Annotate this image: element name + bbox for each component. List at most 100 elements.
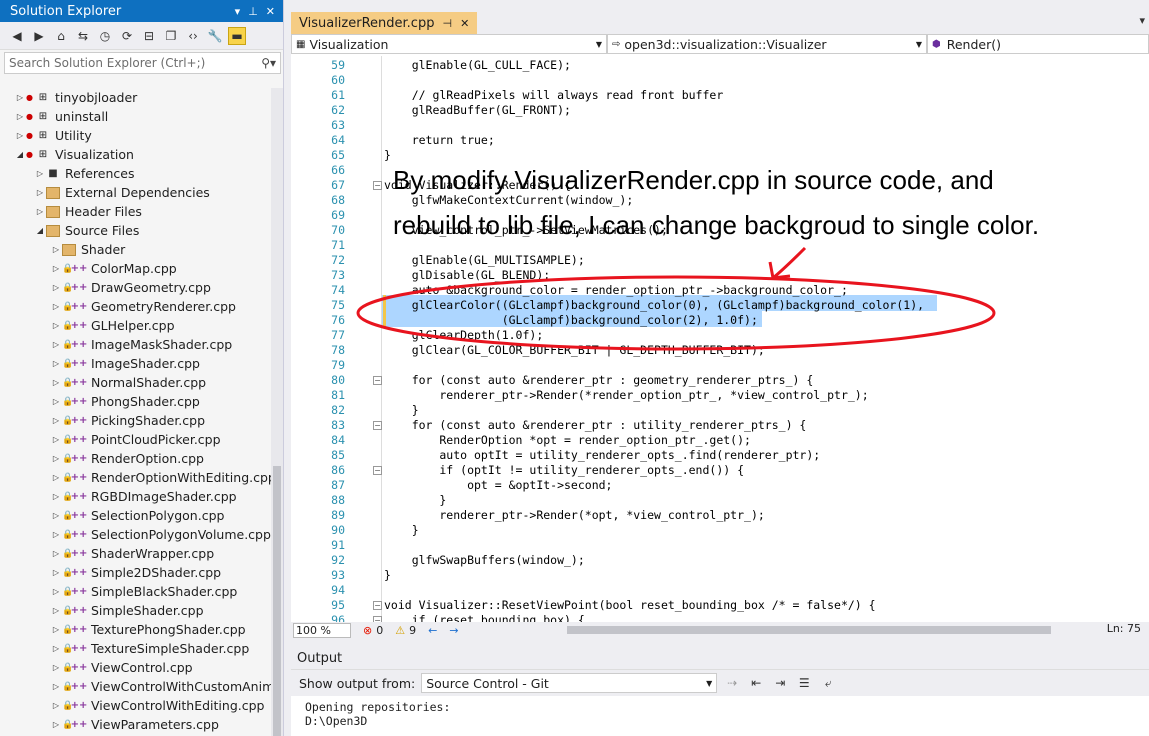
expand-arrow-icon[interactable]: ▷	[50, 511, 62, 520]
code-line[interactable]: auto &background_color = render_option_p…	[384, 283, 848, 297]
code-line[interactable]: opt = &optIt->second;	[384, 478, 612, 492]
expand-arrow-icon[interactable]: ▷	[50, 245, 62, 254]
expand-arrow-icon[interactable]: ▷	[50, 264, 62, 273]
tab-overflow-icon[interactable]: ▾	[1139, 14, 1145, 27]
previous-message-icon[interactable]: ⇤	[747, 674, 765, 692]
pin-tab-icon[interactable]: ⊣	[442, 17, 452, 30]
tree-item[interactable]: ▷ 🔒 ++ SelectionPolygonVolume.cpp	[50, 525, 271, 544]
tree-item[interactable]: ▷ 🔒 ++ Simple2DShader.cpp	[50, 563, 221, 582]
next-message-icon[interactable]: ⇥	[771, 674, 789, 692]
horizontal-scrollbar-thumb[interactable]	[567, 626, 1051, 634]
properties-icon[interactable]: 🔧	[206, 27, 224, 45]
errors-indicator[interactable]: ⊗ 0	[363, 624, 383, 637]
expand-arrow-icon[interactable]: ▷	[50, 340, 62, 349]
tree-item[interactable]: ▷ ● ⊞ tinyobjloader	[14, 88, 137, 107]
code-line[interactable]: RenderOption *opt = render_option_ptr_.g…	[384, 433, 751, 447]
tree-item[interactable]: ▷ 🔒 ++ DrawGeometry.cpp	[50, 278, 211, 297]
tree-item[interactable]: ▷ Shader	[50, 240, 125, 259]
expand-arrow-icon[interactable]: ▷	[50, 378, 62, 387]
tree-item[interactable]: ▷ 🔒 ++ PointCloudPicker.cpp	[50, 430, 221, 449]
word-wrap-icon[interactable]: ⤶	[819, 674, 837, 692]
expand-arrow-icon[interactable]: ▷	[50, 663, 62, 672]
tree-item[interactable]: ▷ Header Files	[34, 202, 142, 221]
solution-explorer-search[interactable]: Search Solution Explorer (Ctrl+;) ⚲▾	[4, 52, 281, 74]
tree-item[interactable]: ▷ 🔒 ++ TextureSimpleShader.cpp	[50, 639, 249, 658]
tree-item[interactable]: ▷ 🔒 ++ RenderOptionWithEditing.cpp	[50, 468, 276, 487]
fold-toggle-icon[interactable]: −	[373, 601, 382, 610]
tab-visualizerrender-cpp[interactable]: VisualizerRender.cpp ⊣ ✕	[291, 12, 478, 34]
tree-item[interactable]: ▷ 🔒 ++ RenderOption.cpp	[50, 449, 204, 468]
navigate-back-icon[interactable]: ←	[428, 624, 437, 637]
code-line[interactable]: void Visualizer::ResetViewPoint(bool res…	[384, 598, 876, 612]
member-dropdown[interactable]: ⬢ Render()	[927, 34, 1149, 54]
tree-item[interactable]: ▷ 🔒 ++ ViewControl.cpp	[50, 658, 193, 677]
tree-item[interactable]: ◢ Source Files	[34, 221, 139, 240]
expand-arrow-icon[interactable]: ▷	[50, 720, 62, 729]
home-icon[interactable]: ⌂	[52, 27, 70, 45]
pending-changes-icon[interactable]: ◷	[96, 27, 114, 45]
code-line[interactable]: for (const auto &renderer_ptr : geometry…	[384, 373, 814, 387]
tree-item[interactable]: ▷ 🔒 ++ SelectionPolygon.cpp	[50, 506, 225, 525]
tree-scrollbar-thumb[interactable]	[273, 466, 281, 736]
back-icon[interactable]: ◀	[8, 27, 26, 45]
expand-arrow-icon[interactable]: ▷	[34, 188, 46, 197]
expand-arrow-icon[interactable]: ▷	[50, 587, 62, 596]
code-line[interactable]: glfwSwapBuffers(window_);	[384, 553, 585, 567]
expand-arrow-icon[interactable]: ▷	[50, 606, 62, 615]
expand-arrow-icon[interactable]: ▷	[50, 492, 62, 501]
code-line[interactable]: glClearDepth(1.0f);	[384, 328, 544, 342]
tree-item[interactable]: ▷ 🔒 ++ ColorMap.cpp	[50, 259, 177, 278]
expand-arrow-icon[interactable]: ▷	[50, 416, 62, 425]
fold-toggle-icon[interactable]: −	[373, 466, 382, 475]
expand-arrow-icon[interactable]: ▷	[50, 454, 62, 463]
tree-item[interactable]: ▷ 🔒 ++ SimpleShader.cpp	[50, 601, 204, 620]
expand-arrow-icon[interactable]: ▷	[50, 682, 62, 691]
fold-toggle-icon[interactable]: −	[373, 376, 382, 385]
expand-arrow-icon[interactable]: ▷	[50, 397, 62, 406]
preview-selected-icon[interactable]: ▬	[228, 26, 246, 45]
forward-icon[interactable]: ▶	[30, 27, 48, 45]
code-line[interactable]: auto optIt = utility_renderer_opts_.find…	[384, 448, 820, 462]
tree-item[interactable]: ▷ 🔒 ++ NormalShader.cpp	[50, 373, 206, 392]
code-line[interactable]: glReadBuffer(GL_FRONT);	[384, 103, 571, 117]
code-line[interactable]: (GLclampf)background_color(2), 1.0f);	[384, 313, 758, 327]
code-line[interactable]: }	[384, 493, 446, 507]
code-line[interactable]: glEnable(GL_CULL_FACE);	[384, 58, 571, 72]
expand-arrow-icon[interactable]: ▷	[50, 302, 62, 311]
tree-item[interactable]: ▷ 🔒 ++ ViewParameters.cpp	[50, 715, 219, 734]
output-text[interactable]: Opening repositories: D:\Open3D	[291, 696, 1149, 736]
navigate-forward-icon[interactable]: →	[449, 624, 458, 637]
tree-item[interactable]: ▷ 🔒 ++ RGBDImageShader.cpp	[50, 487, 237, 506]
zoom-dropdown[interactable]: 100 %	[293, 622, 351, 638]
code-line[interactable]: // glReadPixels will always read front b…	[384, 88, 724, 102]
tree-item[interactable]: ▷ 🔒 ++ SimpleBlackShader.cpp	[50, 582, 237, 601]
find-message-icon[interactable]: ⇢	[723, 674, 741, 692]
code-view-icon[interactable]: ‹›	[184, 27, 202, 45]
expand-arrow-icon[interactable]: ▷	[50, 701, 62, 710]
code-line[interactable]: glClearColor((GLclampf)background_color(…	[384, 298, 924, 312]
project-dropdown[interactable]: ▦ Visualization ▼	[291, 34, 607, 54]
code-line[interactable]: glClear(GL_COLOR_BUFFER_BIT | GL_DEPTH_B…	[384, 343, 765, 357]
tree-item[interactable]: ▷ 🔒 ++ PickingShader.cpp	[50, 411, 205, 430]
expand-arrow-icon[interactable]: ▷	[50, 321, 62, 330]
tree-item[interactable]: ▷ 🔒 ++ ImageMaskShader.cpp	[50, 335, 232, 354]
code-line[interactable]: }	[384, 568, 391, 582]
search-icon[interactable]: ⚲▾	[261, 56, 280, 70]
expand-arrow-icon[interactable]: ▷	[50, 473, 62, 482]
code-line[interactable]: return true;	[384, 133, 495, 147]
expand-arrow-icon[interactable]: ▷	[50, 359, 62, 368]
expand-arrow-icon[interactable]: ▷	[50, 568, 62, 577]
expand-arrow-icon[interactable]: ▷	[50, 530, 62, 539]
tree-item[interactable]: ▷ 🔒 ++ ViewControlWithEditing.cpp	[50, 696, 265, 715]
code-area[interactable]: 59 glEnable(GL_CULL_FACE); 60 61 // glRead…	[291, 56, 1149, 622]
tree-item[interactable]: ▷ External Dependencies	[34, 183, 210, 202]
close-tab-icon[interactable]: ✕	[460, 17, 469, 30]
code-line[interactable]: if (reset_bounding_box) {	[384, 613, 585, 622]
code-line[interactable]: }	[384, 523, 419, 537]
code-line[interactable]: glEnable(GL_MULTISAMPLE);	[384, 253, 585, 267]
pin-icon[interactable]: ⊥	[248, 5, 258, 18]
tree-item[interactable]: ▷ 🔒 ++ GLHelper.cpp	[50, 316, 175, 335]
class-dropdown[interactable]: ⇨ open3d::visualization::Visualizer ▼	[607, 34, 927, 54]
tree-item[interactable]: ▷ ● ⊞ Utility	[14, 126, 92, 145]
switch-views-icon[interactable]: ⇆	[74, 27, 92, 45]
